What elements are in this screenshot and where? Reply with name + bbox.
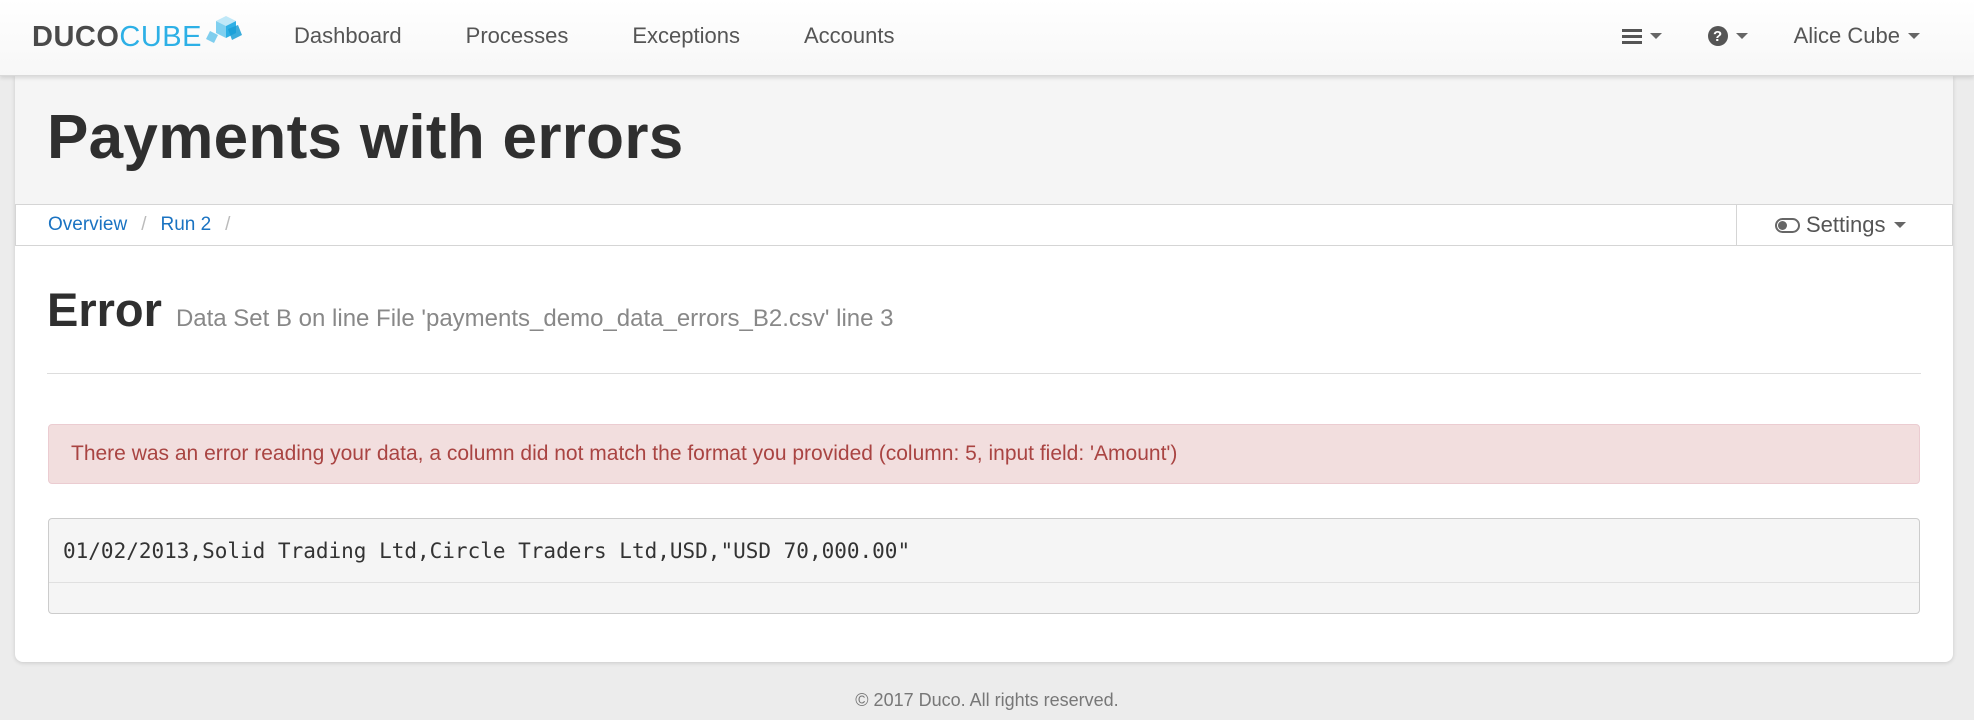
error-title: Error	[47, 283, 162, 336]
error-message: There was an error reading your data, a …	[71, 442, 1178, 465]
error-heading: Error Data Set B on line File 'payments_…	[47, 282, 894, 337]
menu-dropdown[interactable]	[1621, 28, 1662, 44]
chevron-down-icon	[1649, 33, 1662, 39]
chevron-down-icon	[1908, 33, 1920, 39]
help-icon: ?	[1707, 26, 1728, 46]
chevron-down-icon	[1893, 222, 1906, 228]
divider	[47, 373, 1921, 374]
top-navbar: DUCO CUBE Dashboard Processes Exceptions …	[0, 0, 1974, 76]
duco-cube-logo[interactable]: DUCO CUBE	[32, 14, 244, 60]
page-header: Payments with errors	[15, 76, 1953, 204]
breadcrumb: Overview / Run 2 /	[48, 205, 244, 245]
error-alert: There was an error reading your data, a …	[48, 424, 1920, 484]
nav-processes[interactable]: Processes	[434, 23, 601, 49]
nav-accounts[interactable]: Accounts	[772, 23, 927, 49]
main-nav: Dashboard Processes Exceptions Accounts	[262, 0, 926, 72]
footer: © 2017 Duco. All rights reserved.	[855, 690, 1119, 710]
breadcrumb-run[interactable]: Run 2	[160, 214, 211, 236]
breadcrumb-bar: Overview / Run 2 / Settings	[15, 204, 1953, 246]
hamburger-icon	[1621, 29, 1642, 44]
cube-logo-icon	[205, 16, 242, 43]
settings-label: Settings	[1806, 212, 1886, 237]
breadcrumb-separator: /	[225, 214, 231, 235]
nav-right: ? Alice Cube	[1576, 0, 1920, 72]
settings-dropdown[interactable]: Settings	[1736, 205, 1952, 245]
nav-dashboard[interactable]: Dashboard	[262, 23, 434, 49]
error-line-box: 01/02/2013,Solid Trading Ltd,Circle Trad…	[48, 518, 1920, 614]
toggle-icon	[1775, 217, 1800, 233]
logo-text-duco: DUCO	[32, 20, 120, 53]
user-menu[interactable]: Alice Cube	[1794, 23, 1920, 49]
nav-exceptions[interactable]: Exceptions	[600, 23, 772, 49]
breadcrumb-overview[interactable]: Overview	[48, 214, 127, 236]
breadcrumb-separator: /	[141, 214, 147, 235]
error-subtitle: Data Set B on line File 'payments_demo_d…	[175, 305, 894, 332]
main-panel: Payments with errors Overview / Run 2 / …	[15, 76, 1953, 662]
help-dropdown[interactable]: ?	[1707, 26, 1748, 46]
chevron-down-icon	[1735, 33, 1748, 39]
error-data-line: 01/02/2013,Solid Trading Ltd,Circle Trad…	[49, 519, 1919, 583]
logo-text-cube: CUBE	[119, 20, 202, 53]
page-title: Payments with errors	[47, 103, 684, 172]
user-name: Alice Cube	[1793, 23, 1900, 48]
